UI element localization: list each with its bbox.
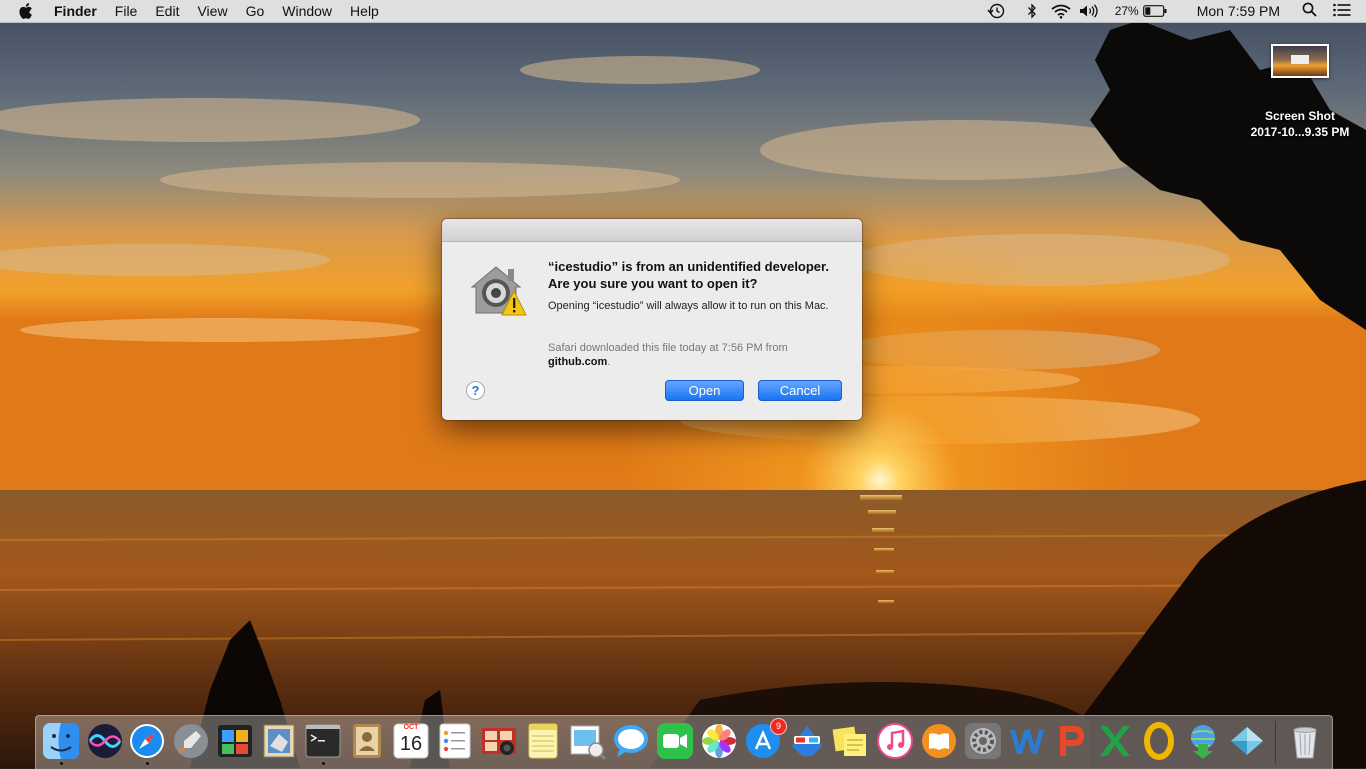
ibooks-icon[interactable] bbox=[920, 722, 958, 760]
finder-running-indicator bbox=[60, 762, 63, 765]
dialog-download-info: Safari downloaded this file today at 7:5… bbox=[548, 341, 838, 369]
photos-icon[interactable] bbox=[700, 722, 738, 760]
battery-icon[interactable] bbox=[1142, 5, 1167, 17]
word-icon[interactable] bbox=[1008, 722, 1046, 760]
download-info-text: Safari downloaded this file today at 7:5… bbox=[548, 342, 788, 354]
image-capture-icon[interactable] bbox=[480, 722, 518, 760]
safari-running-indicator bbox=[146, 762, 149, 765]
safari-icon[interactable] bbox=[128, 722, 166, 760]
dialog-heading: “icestudio” is from an unidentified deve… bbox=[548, 259, 829, 291]
preview-icon[interactable] bbox=[568, 722, 606, 760]
itunes-icon[interactable] bbox=[876, 722, 914, 760]
messages-icon[interactable] bbox=[612, 722, 650, 760]
open-button[interactable]: Open bbox=[665, 380, 744, 401]
launchpad-icon[interactable] bbox=[172, 722, 210, 760]
download-source: github.com bbox=[548, 356, 608, 368]
mail-icon[interactable] bbox=[260, 722, 298, 760]
reminders-icon[interactable] bbox=[436, 722, 474, 760]
contacts-icon[interactable] bbox=[348, 722, 386, 760]
dock-separator bbox=[1275, 721, 1276, 763]
volume-icon[interactable] bbox=[1079, 4, 1099, 18]
finder-icon[interactable] bbox=[42, 722, 80, 760]
dialog-message: Opening “icestudio” will always allow it… bbox=[548, 300, 829, 312]
cancel-button[interactable]: Cancel bbox=[758, 380, 842, 401]
notification-center-icon[interactable] bbox=[1333, 3, 1351, 20]
photo-booth-icon[interactable] bbox=[216, 722, 254, 760]
calendar-icon[interactable]: OCT 16 bbox=[392, 722, 430, 760]
menu-window[interactable]: Window bbox=[282, 3, 332, 19]
apple-menu-icon[interactable] bbox=[19, 3, 37, 19]
spotlight-search-icon[interactable] bbox=[1302, 2, 1317, 20]
trash-icon[interactable] bbox=[1286, 722, 1324, 760]
menu-edit[interactable]: Edit bbox=[155, 3, 179, 19]
terminal-running-indicator bbox=[322, 762, 325, 765]
menu-app-name[interactable]: Finder bbox=[54, 3, 97, 19]
3d-glasses-app-icon[interactable] bbox=[788, 722, 826, 760]
desktop-file-label-line2: 2017-10...9.35 PM bbox=[1250, 125, 1350, 139]
dialog-titlebar[interactable] bbox=[442, 219, 862, 242]
app-store-icon[interactable]: 9 bbox=[744, 718, 787, 760]
calendar-month: OCT bbox=[403, 724, 419, 731]
system-preferences-icon[interactable] bbox=[964, 722, 1002, 760]
menu-bar: Finder File Edit View Go Window Help 27%… bbox=[0, 0, 1366, 23]
menu-clock[interactable]: Mon 7:59 PM bbox=[1197, 3, 1280, 19]
menu-file[interactable]: File bbox=[115, 3, 138, 19]
desktop-file-screenshot[interactable]: Screen Shot 2017-10...9.35 PM bbox=[1240, 44, 1360, 140]
calendar-day: 16 bbox=[399, 733, 423, 755]
time-machine-icon[interactable] bbox=[987, 3, 1005, 19]
outlook-icon[interactable] bbox=[1140, 722, 1178, 760]
menu-view[interactable]: View bbox=[197, 3, 227, 19]
icestudio-icon[interactable] bbox=[1228, 722, 1266, 760]
help-button[interactable]: ? bbox=[466, 381, 485, 400]
bluetooth-icon[interactable] bbox=[1027, 3, 1037, 19]
menu-help[interactable]: Help bbox=[350, 3, 379, 19]
gatekeeper-dialog: “icestudio” is from an unidentified deve… bbox=[442, 219, 862, 420]
app-store-update-badge: 9 bbox=[770, 718, 787, 735]
excel-icon[interactable] bbox=[1096, 722, 1134, 760]
menu-extras: 27% Mon 7:59 PM bbox=[973, 0, 1366, 22]
network-download-icon[interactable] bbox=[1184, 722, 1222, 760]
desktop-file-label-line1: Screen Shot bbox=[1264, 109, 1336, 123]
desktop-file-label: Screen Shot 2017-10...9.35 PM bbox=[1240, 108, 1360, 140]
notes-icon[interactable] bbox=[524, 722, 562, 760]
stickies-icon[interactable] bbox=[832, 722, 870, 760]
siri-icon[interactable] bbox=[86, 722, 124, 760]
battery-percentage[interactable]: 27% bbox=[1115, 4, 1139, 18]
download-info-suffix: . bbox=[607, 356, 611, 368]
screenshot-thumbnail-icon bbox=[1271, 44, 1329, 78]
wifi-icon[interactable] bbox=[1051, 4, 1071, 19]
menu-go[interactable]: Go bbox=[246, 3, 265, 19]
facetime-icon[interactable] bbox=[656, 722, 694, 760]
dock: OCT 16 9 bbox=[35, 715, 1333, 769]
gatekeeper-warning-icon bbox=[468, 261, 528, 321]
terminal-icon[interactable] bbox=[304, 722, 342, 760]
powerpoint-icon[interactable] bbox=[1052, 722, 1090, 760]
